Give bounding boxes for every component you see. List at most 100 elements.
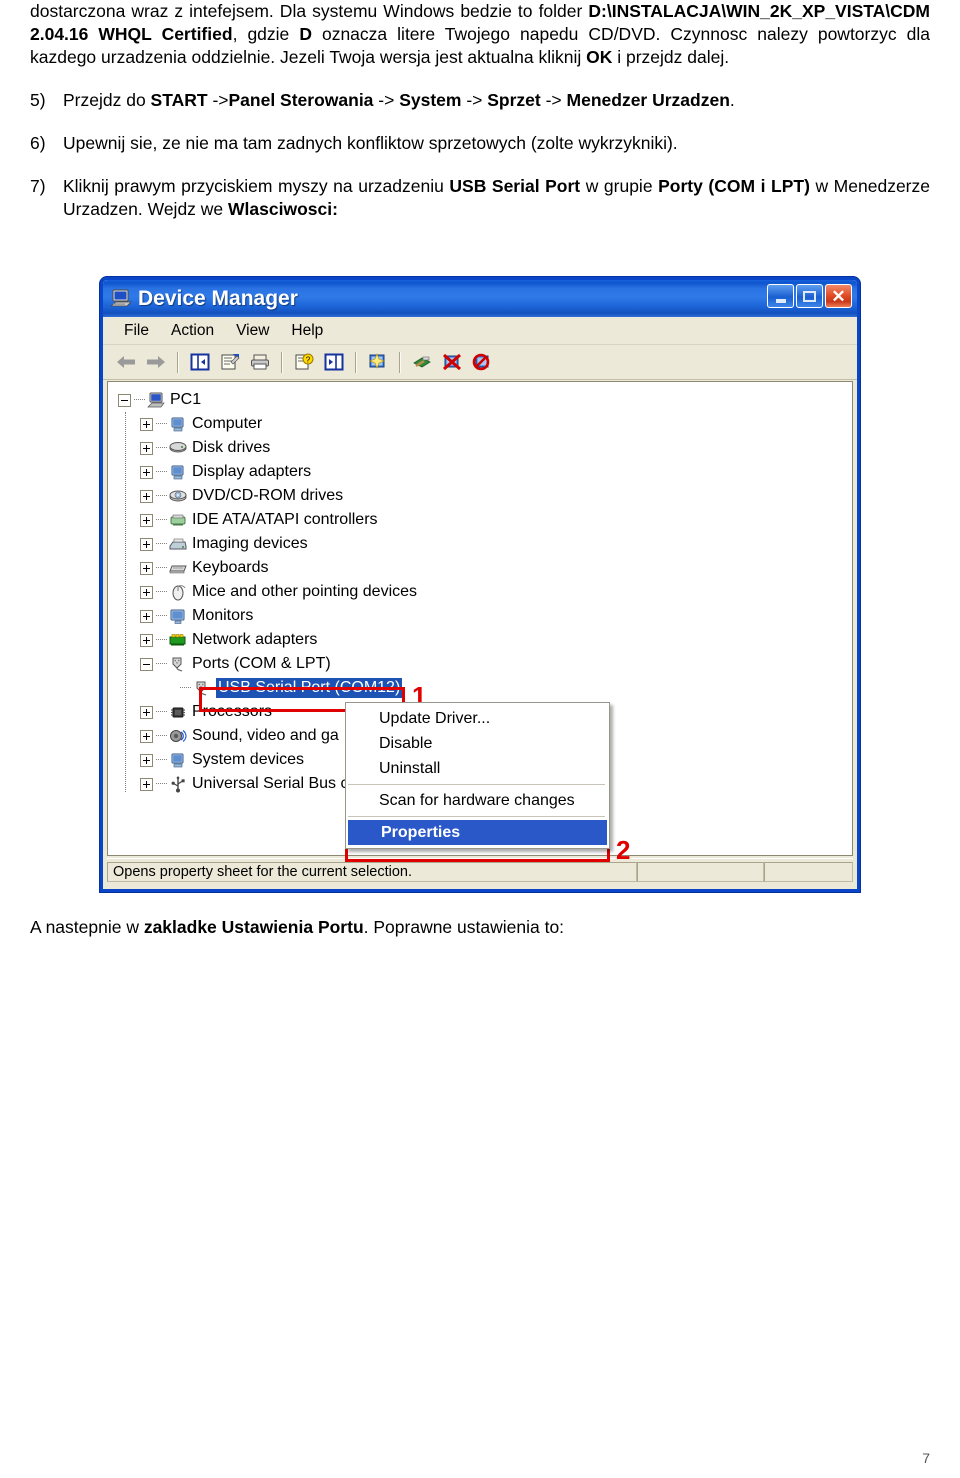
show-hide-action-pane-icon[interactable] [321, 349, 347, 375]
maximize-button[interactable] [796, 284, 823, 308]
tree-connector-dots [156, 711, 167, 713]
maximize-icon [803, 290, 816, 302]
menu-bar[interactable]: File Action View Help [103, 317, 857, 345]
tree-item-label: Imaging devices [192, 535, 308, 552]
status-bar: Opens property sheet for the current sel… [107, 858, 853, 885]
tree-connector-dots [156, 471, 167, 473]
tree-item-label: Monitors [192, 607, 254, 624]
tree-item-label: Sound, video and ga [192, 727, 339, 744]
menu-help[interactable]: Help [280, 320, 334, 342]
list-item-7: 7) Kliknij prawym przyciskiem myszy na u… [30, 175, 930, 221]
ide-controller-icon [169, 512, 187, 529]
tree-connector-dots [156, 735, 167, 737]
list-item-6-text: Upewnij sie, ze nie ma tam zadnych konfl… [63, 133, 678, 153]
scan-hardware-changes-icon[interactable] [365, 349, 391, 375]
tree-connector-dots [156, 543, 167, 545]
disk-drive-icon [169, 440, 187, 457]
tree-item-label: Mice and other pointing devices [192, 583, 418, 600]
system-device-icon [169, 752, 187, 769]
collapse-toggle-icon[interactable] [140, 657, 153, 671]
context-menu-item-disable[interactable]: Disable [346, 731, 609, 756]
display-adapter-icon [169, 464, 187, 481]
closing-paragraph-wrap: A nastepnie w zakladke Ustawienia Portu.… [30, 916, 930, 939]
list-marker-7: 7) [30, 176, 46, 196]
expand-toggle-icon[interactable] [140, 561, 153, 575]
tree-item-label: IDE ATA/ATAPI controllers [192, 511, 378, 528]
list-marker-5: 5) [30, 90, 46, 110]
back-icon[interactable] [113, 349, 139, 375]
tree-item-network-adapters[interactable]: Network adapters [118, 628, 852, 652]
toolbar[interactable]: ? [103, 345, 857, 380]
update-driver-icon[interactable] [409, 349, 435, 375]
tree-connector-dots [156, 423, 167, 425]
tree-item-label: Display adapters [192, 463, 312, 480]
device-context-menu[interactable]: Update Driver... Disable Uninstall Scan for… [345, 702, 610, 849]
tree-item-keyboards[interactable]: Keyboards [118, 556, 852, 580]
tree-item-usb-serial-port-com12[interactable]: USB Serial Port (COM12) [118, 676, 852, 700]
context-menu-item-uninstall[interactable]: Uninstall [346, 756, 609, 781]
context-menu-item-scan-for-hardware-changes[interactable]: Scan for hardware changes [346, 788, 609, 813]
tree-item-monitors[interactable]: Monitors [118, 604, 852, 628]
expand-toggle-icon[interactable] [140, 609, 153, 623]
close-button[interactable]: ✕ [825, 284, 852, 308]
disable-icon[interactable] [469, 349, 495, 375]
expand-toggle-icon[interactable] [140, 441, 153, 455]
context-menu-item-update-driver[interactable]: Update Driver... [346, 706, 609, 731]
mouse-icon [169, 584, 187, 601]
print-icon[interactable] [247, 349, 273, 375]
window-title-bar[interactable]: Device Manager ✕ [103, 280, 857, 317]
tree-item-ports-com-lpt[interactable]: Ports (COM & LPT) [118, 652, 852, 676]
expand-toggle-icon[interactable] [140, 513, 153, 527]
tree-item-computer[interactable]: Computer [118, 412, 852, 436]
context-menu-item-properties[interactable]: Properties [348, 820, 607, 845]
menu-action[interactable]: Action [160, 320, 225, 342]
collapse-toggle-icon[interactable] [118, 393, 131, 407]
expand-toggle-icon[interactable] [140, 489, 153, 503]
list-item-6: 6) Upewnij sie, ze nie ma tam zadnych ko… [30, 132, 930, 155]
tree-connector-dots [156, 495, 167, 497]
forward-icon[interactable] [143, 349, 169, 375]
uninstall-icon[interactable] [439, 349, 465, 375]
close-icon: ✕ [831, 286, 846, 306]
tree-item-label: Universal Serial Bus c [192, 775, 349, 792]
expand-toggle-icon[interactable] [140, 705, 153, 719]
expand-toggle-icon[interactable] [140, 777, 153, 791]
usb-controller-icon [169, 776, 187, 793]
expand-toggle-icon[interactable] [140, 537, 153, 551]
expand-toggle-icon[interactable] [140, 465, 153, 479]
context-menu-separator [348, 784, 605, 785]
expand-toggle-icon[interactable] [140, 417, 153, 431]
tree-item-mice-and-other-pointing-devices[interactable]: Mice and other pointing devices [118, 580, 852, 604]
tree-item-display-adapters[interactable]: Display adapters [118, 460, 852, 484]
tree-item-imaging-devices[interactable]: Imaging devices [118, 532, 852, 556]
menu-file[interactable]: File [113, 320, 160, 342]
status-bar-message: Opens property sheet for the current sel… [107, 862, 637, 882]
tree-connector-dots [156, 615, 167, 617]
list-item-5: 5) Przejdz do START ->Panel Sterowania -… [30, 89, 930, 112]
show-hide-console-tree-icon[interactable] [187, 349, 213, 375]
tree-connector-dots [156, 783, 167, 785]
minimize-button[interactable] [767, 284, 794, 308]
context-menu-items[interactable]: Update Driver... Disable Uninstall Scan for… [346, 706, 609, 845]
window-controls[interactable]: ✕ [767, 284, 852, 308]
tree-item-disk-drives[interactable]: Disk drives [118, 436, 852, 460]
expand-toggle-icon[interactable] [140, 633, 153, 647]
tree-item-label: Ports (COM & LPT) [192, 655, 331, 672]
page-number: 7 [922, 1450, 930, 1466]
help-icon[interactable]: ? [291, 349, 317, 375]
tree-item-ide-ata-atapi-controllers[interactable]: IDE ATA/ATAPI controllers [118, 508, 852, 532]
properties-icon[interactable] [217, 349, 243, 375]
tree-connector-dots [180, 687, 191, 689]
toolbar-separator [281, 351, 283, 373]
processor-icon [169, 704, 187, 721]
cdrom-icon [169, 488, 187, 505]
tree-item-dvd-cd-rom-drives[interactable]: DVD/CD-ROM drives [118, 484, 852, 508]
expand-toggle-icon[interactable] [140, 585, 153, 599]
tree-connector-dots [134, 399, 145, 401]
expand-toggle-icon[interactable] [140, 753, 153, 767]
tree-connector-dots [156, 591, 167, 593]
tree-item-pc1[interactable]: PC1 [118, 388, 852, 412]
menu-view[interactable]: View [225, 320, 280, 342]
port-icon [169, 656, 187, 673]
expand-toggle-icon[interactable] [140, 729, 153, 743]
